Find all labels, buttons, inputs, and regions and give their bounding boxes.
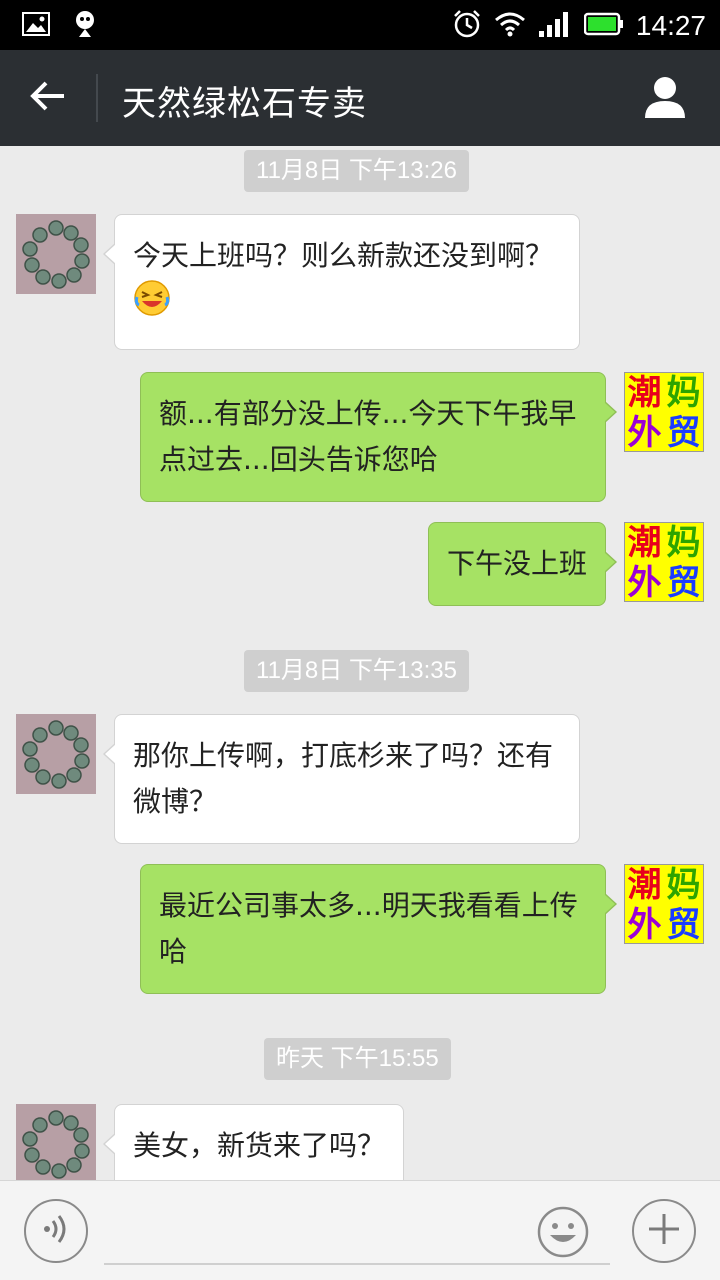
header-divider (96, 74, 98, 122)
my-avatar[interactable]: 潮 妈 外 贸 (624, 522, 704, 603)
notification-icon (72, 10, 98, 42)
my-avatar[interactable]: 潮 妈 外 贸 (624, 864, 704, 945)
emoji-button[interactable] (536, 1205, 590, 1259)
message-text: 额...有部分没上传...今天下午我早点过去...回头告诉您哈 (159, 397, 577, 476)
signal-icon (538, 11, 572, 41)
wifi-icon (494, 11, 526, 41)
message-outgoing[interactable]: 下午没上班 (427, 522, 618, 606)
profile-button[interactable] (638, 72, 692, 126)
my-avatar[interactable]: 潮 妈 外 贸 (624, 372, 704, 453)
status-time: 14:27 (635, 10, 706, 41)
avatar-char: 潮 (627, 865, 662, 905)
input-bar (0, 1180, 720, 1280)
message-incoming[interactable]: 那你上传啊，打底杉来了吗？还有微博？ (103, 714, 580, 844)
smiley-icon (536, 1206, 590, 1263)
app-bar: 天然绿松石专卖 (0, 50, 720, 146)
gallery-icon (22, 12, 50, 40)
chat-area[interactable]: 11月8日 下午13:26 今天上班吗？则么新款还没到啊？ 潮 妈 外 贸 额.… (0, 146, 720, 1180)
message-text: 今天上班吗？则么新款还没到啊？ (133, 239, 554, 272)
plus-icon (646, 1211, 682, 1251)
alarm-icon (452, 9, 482, 43)
avatar-char: 外 (627, 563, 662, 603)
message-text: 那你上传啊，打底杉来了吗？还有微博？ (133, 739, 554, 818)
battery-icon (583, 12, 624, 40)
avatar-char: 潮 (627, 523, 662, 563)
message-outgoing[interactable]: 额...有部分没上传...今天下午我早点过去...回头告诉您哈 (140, 372, 617, 502)
person-icon (643, 76, 687, 122)
timestamp: 11月8日 下午13:35 (244, 650, 469, 692)
message-input[interactable] (104, 1201, 610, 1265)
avatar-char: 外 (627, 413, 662, 453)
message-incoming[interactable]: 今天上班吗？则么新款还没到啊？ (103, 214, 580, 350)
status-bar: 14:27 (0, 0, 720, 50)
timestamp: 昨天 下午15:55 (264, 1038, 451, 1080)
avatar-char: 妈 (666, 523, 701, 563)
more-button[interactable] (632, 1199, 696, 1263)
timestamp: 11月8日 下午13:26 (244, 150, 469, 192)
back-button[interactable] (22, 72, 74, 124)
contact-avatar[interactable] (16, 214, 96, 294)
avatar-char: 潮 (627, 373, 662, 413)
avatar-char: 外 (627, 905, 662, 945)
message-text: 美女，新货来了吗？ (133, 1129, 386, 1162)
contact-avatar[interactable] (16, 1104, 96, 1180)
arrow-left-icon (30, 80, 66, 116)
voice-button[interactable] (24, 1199, 88, 1263)
message-incoming[interactable]: 美女，新货来了吗？ (102, 1104, 405, 1180)
laughing-tears-emoji-icon (133, 279, 171, 331)
message-text: 下午没上班 (446, 547, 587, 580)
contact-avatar[interactable] (16, 714, 96, 794)
avatar-char: 妈 (666, 865, 701, 905)
avatar-char: 贸 (666, 905, 701, 945)
message-text: 最近公司事太多...明天我看看上传哈 (159, 889, 578, 968)
chat-title: 天然绿松石专卖 (122, 84, 367, 124)
voice-icon (39, 1212, 73, 1250)
message-outgoing[interactable]: 最近公司事太多...明天我看看上传哈 (140, 864, 617, 994)
avatar-char: 妈 (666, 373, 701, 413)
avatar-char: 贸 (666, 413, 701, 453)
avatar-char: 贸 (666, 563, 701, 603)
